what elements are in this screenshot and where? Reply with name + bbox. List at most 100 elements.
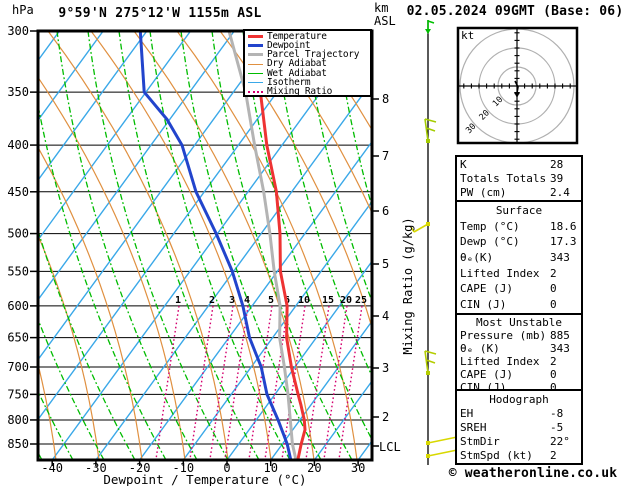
info-row-label: EH [460,406,474,420]
info-row-label: Lifted Index [460,266,540,280]
parcel-trajectory-swatch [248,53,263,57]
mixing-ratio-axis-label: Mixing Ratio (g/kg) [401,217,415,355]
wind-barb [425,20,435,34]
mixing-ratio-label: 2 [209,295,215,306]
info-row-value: 0 [550,297,557,311]
info-section-most-unstable: Most Unstable Pressure (mb) 885 θₑ (K) 343 Li… [455,313,583,394]
hodograph-ring-label: 20 [478,108,492,122]
pressure-tick-label: 500 [7,227,29,241]
run-date-title: 02.05.2024 09GMT (Base: 06) [406,4,624,19]
info-row-value: 28 [550,158,564,172]
info-section-surface: Surface Temp (°C) 18.6 Dewp (°C) 17.3 θₑ(K) 34… [455,200,583,315]
info-row: Lifted Index 2 [460,355,578,368]
info-row: Temp (°C) 18.6 [460,220,578,233]
mixing-ratio-swatch [248,90,263,93]
info-section-title: Most Unstable [475,316,563,329]
info-row-value: 2 [550,355,557,368]
info-row-value: -8 [550,406,564,420]
info-row: Lifted Index 2 [460,267,578,280]
info-row-value: 2 [550,448,557,462]
mixing-ratio-label: 10 [298,295,310,306]
info-row-value: 0 [550,282,557,296]
pressure-axis: 300 350 400 450 500 550 600 650 700 750 800 850 [7,24,38,451]
pressure-tick-label: 600 [7,299,29,313]
altitude-unit-asl: ASL [374,14,396,28]
info-row: CAPE (J) 0 [460,368,578,381]
wind-barb [424,118,437,143]
info-row-label: Lifted Index [460,355,540,368]
station-title: 9°59'N 275°12'W 1155m ASL [58,6,262,21]
pressure-tick-label: 400 [7,138,29,152]
info-row-label: Dewp (°C) [460,235,520,249]
info-section-title: Surface [495,204,543,218]
legend-item: Mixing Ratio [248,87,370,96]
info-row: EH -8 [460,407,578,420]
info-row-value: 343 [550,250,570,264]
info-row: StmSpd (kt) 2 [460,449,578,462]
info-row-label: Pressure (mb) [460,329,547,342]
info-row: CAPE (J) 0 [460,282,578,295]
info-row-label: CAPE (J) [460,282,513,296]
km-tick-label: 5 [382,257,389,271]
legend-item-label: Mixing Ratio [267,85,333,97]
info-section-title: Hodograph [489,392,549,406]
hodograph-ring-label: 10 [491,95,505,109]
info-row: Totals Totals 39 [460,172,578,185]
mixing-ratio-label: 4 [244,295,250,306]
mixing-ratio-label: 1 [175,295,181,306]
info-row-value: 22° [550,434,570,448]
info-row-label: CAPE (J) [460,368,513,381]
info-row-label: SREH [460,420,487,434]
pressure-tick-label: 650 [7,331,29,345]
temperature-swatch [248,35,263,39]
info-row-label: PW (cm) [460,185,507,199]
info-row-label: CIN (J) [460,297,507,311]
hodograph: 102030 [456,26,579,145]
pressure-unit-label: hPa [12,3,34,17]
info-row: SREH -5 [460,421,578,434]
dry-adiabat-swatch [248,63,263,65]
info-row-value: 2 [550,266,557,280]
mixing-ratio-label: 20 [340,295,352,306]
mixing-ratio-label: 15 [322,295,334,306]
km-tick-label: 4 [382,309,389,323]
info-row-value: 343 [550,342,570,355]
info-row: PW (cm) 2.4 [460,186,578,199]
pressure-tick-label: 350 [7,85,29,99]
info-row-value: 18.6 [550,219,577,233]
info-row-label: K [460,158,467,172]
mixing-ratio-label: 3 [229,295,235,306]
info-section-indices: K 28 Totals Totals 39 PW (cm) 2.4 [455,155,583,202]
info-row-value: 885 [550,329,570,342]
pressure-tick-label: 700 [7,360,29,374]
pressure-tick-label: 800 [7,413,29,427]
legend-box: Temperature Dewpoint Parcel Trajectory Dry … [243,29,372,97]
km-tick-label: 2 [382,410,389,424]
km-tick-label: 6 [382,204,389,218]
info-row: CIN (J) 0 [460,298,578,311]
pressure-tick-label: 850 [7,437,29,451]
info-row-value: 39 [550,171,564,185]
info-row: Dewp (°C) 17.3 [460,235,578,248]
km-asl-axis: 8 7 6 5 4 3 2 [372,92,389,447]
info-row-label: Totals Totals [460,171,547,185]
info-row: StmDir 22° [460,435,578,448]
info-row: K 28 [460,158,578,171]
info-row-label: θₑ(K) [460,250,494,264]
info-row-value: 0 [550,368,557,381]
wind-barb [424,350,437,375]
info-row-label: θₑ (K) [460,342,500,355]
info-section-hodograph: Hodograph EH -8 SREH -5 StmDir 22° StmSpd (kt) 2 [455,389,583,465]
mixing-ratio-label: 25 [355,295,367,306]
info-row-label: StmDir [460,434,500,448]
hodograph-unit-label: kt [461,29,475,42]
copyright-footer: © weatheronline.co.uk [448,466,618,481]
info-row: Pressure (mb) 885 [460,329,578,342]
dewpoint-swatch [248,44,263,48]
mixing-ratio-lines: 1 2 3 4 5 6 10 15 20 25 [155,295,367,461]
skewt-sounding-screenshot: 1 2 3 4 5 6 10 15 20 25 300 350 400 450 500 550 600 650 70… [0,0,629,486]
info-row-value: 2.4 [550,185,570,199]
hodograph-ring-label: 30 [464,122,478,136]
mixing-ratio-label: 5 [268,295,274,306]
pressure-tick-label: 550 [7,264,29,278]
